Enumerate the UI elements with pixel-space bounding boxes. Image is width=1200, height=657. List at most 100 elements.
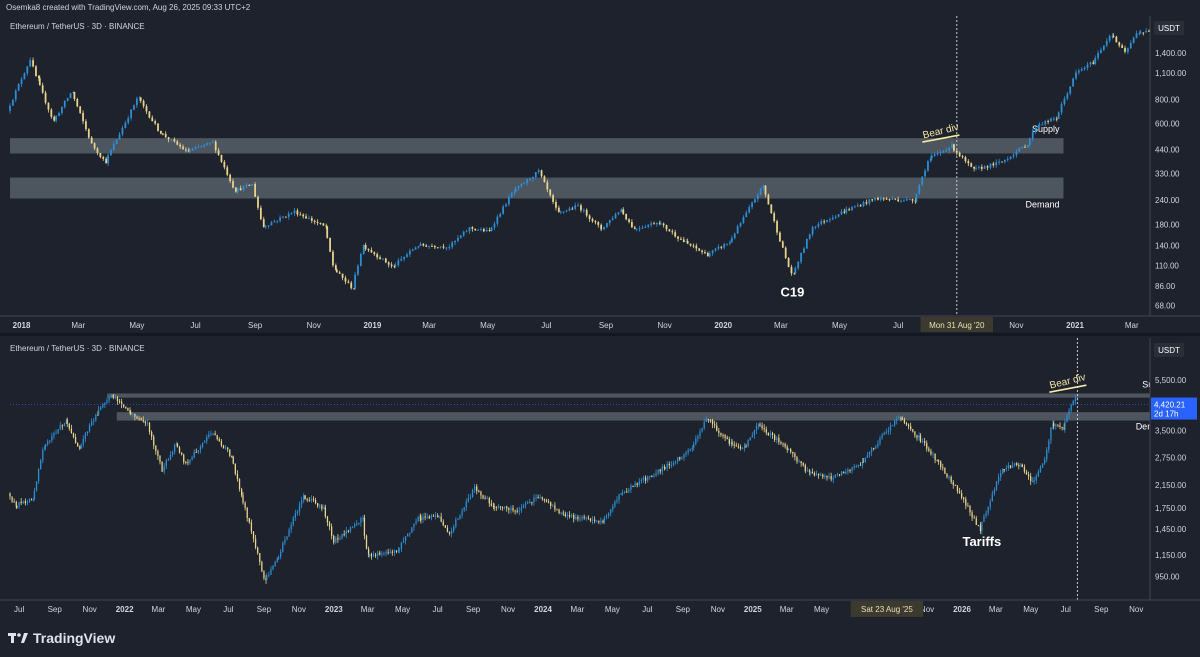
candle-body [286,536,288,540]
candle-body [482,495,484,499]
candle-body [614,501,616,507]
y-tick-label: 1,100.00 [1155,69,1187,78]
candle-body [1059,425,1061,427]
candle-body [770,204,773,214]
candle-body [223,161,226,168]
candle-body [242,186,245,191]
candle-body [497,506,500,508]
candle-body [403,256,405,259]
candle-body [343,534,345,536]
x-tick-label: 2018 [13,321,31,330]
candle-body [335,269,338,273]
candle-body [63,101,66,107]
candle-body [85,121,87,130]
candle-body [9,493,11,497]
candle-body [989,501,991,507]
candle-body [979,525,982,531]
candle-body [11,99,14,106]
candle-body [484,498,486,500]
candle-body [1041,463,1044,468]
candle-body [958,491,961,494]
candle-body [310,218,313,221]
candle-body [13,501,15,503]
candle-body [800,461,802,464]
candle-body [993,489,996,494]
chart-pane-top[interactable]: Ethereum / TetherUS · 3D · BINANCE Supply… [0,16,1200,333]
candle-body [1094,57,1097,64]
candle-body [668,229,671,232]
x-tick-label: Mar [571,605,585,614]
candle-body [963,497,965,500]
candle-body [49,440,51,442]
candle-body [989,163,992,168]
candle-body [22,501,24,503]
candle-body [28,499,31,502]
candle-body [978,166,980,168]
candle-body [516,510,518,512]
candle-body [216,435,218,440]
candle-body [164,133,167,138]
crosshair-time-label: Mon 31 Aug '20 [929,321,985,330]
candle-body [33,490,36,500]
candle-body [1024,146,1026,148]
candle-body [748,207,751,213]
candle-body [936,153,939,155]
candle-body [552,505,554,507]
candle-body [308,218,310,220]
candle-body [661,466,663,472]
candle-body [419,243,422,247]
candle-body [264,226,267,228]
candle-body [556,509,558,511]
chart-svg-bottom[interactable]: Ethereum / TetherUS · 3D · BINANCESupply… [0,338,1200,624]
candle-body [983,515,985,522]
candle-body [830,475,832,480]
x-tick-label: May [186,605,201,614]
chart-svg-top[interactable]: Ethereum / TetherUS · 3D · BINANCESupply… [0,16,1200,333]
candle-body [431,245,433,247]
zone-supply [10,138,1064,154]
candle-body [986,166,989,168]
candle-body [864,457,866,463]
candle-body [74,437,77,443]
candle-body [239,188,242,191]
candle-body [1060,104,1063,113]
candle-body [276,558,278,562]
candle-body [879,438,881,444]
candle-body [767,194,770,205]
candle-body [11,496,13,502]
candle-body [889,425,892,431]
candle-body [26,501,29,504]
chart-pane-bottom[interactable]: Ethereum / TetherUS · 3D · BINANCESupply… [0,338,1200,624]
candle-body [1028,138,1031,145]
candle-body [428,245,430,247]
candle-body [1000,473,1002,478]
candle-body [354,524,356,527]
candle-body [981,521,983,531]
x-tick-label: Nov [1129,605,1143,614]
candle-body [406,254,408,257]
candle-body [662,223,665,226]
candle-body [1039,467,1042,472]
candle-body [159,455,161,462]
candle-body [915,193,918,202]
candle-body [160,130,162,134]
candle-body [379,552,381,555]
x-tick-label: Sep [248,321,263,330]
candle-body [330,526,333,536]
candle-body [232,457,234,464]
x-tick-label: Jul [14,605,24,614]
candle-body [471,489,474,498]
candle-body [1035,476,1037,481]
pane-divider[interactable] [0,333,1200,336]
candle-body [828,475,830,478]
candle-body [102,157,105,159]
candle-body [214,433,216,436]
candle-body [329,237,331,252]
candle-body [1055,118,1058,120]
candle-body [417,246,420,248]
candle-body [18,501,20,507]
candle-body [191,457,193,460]
candle-body [535,497,537,499]
candle-body [153,436,155,446]
candle-body [445,247,448,249]
